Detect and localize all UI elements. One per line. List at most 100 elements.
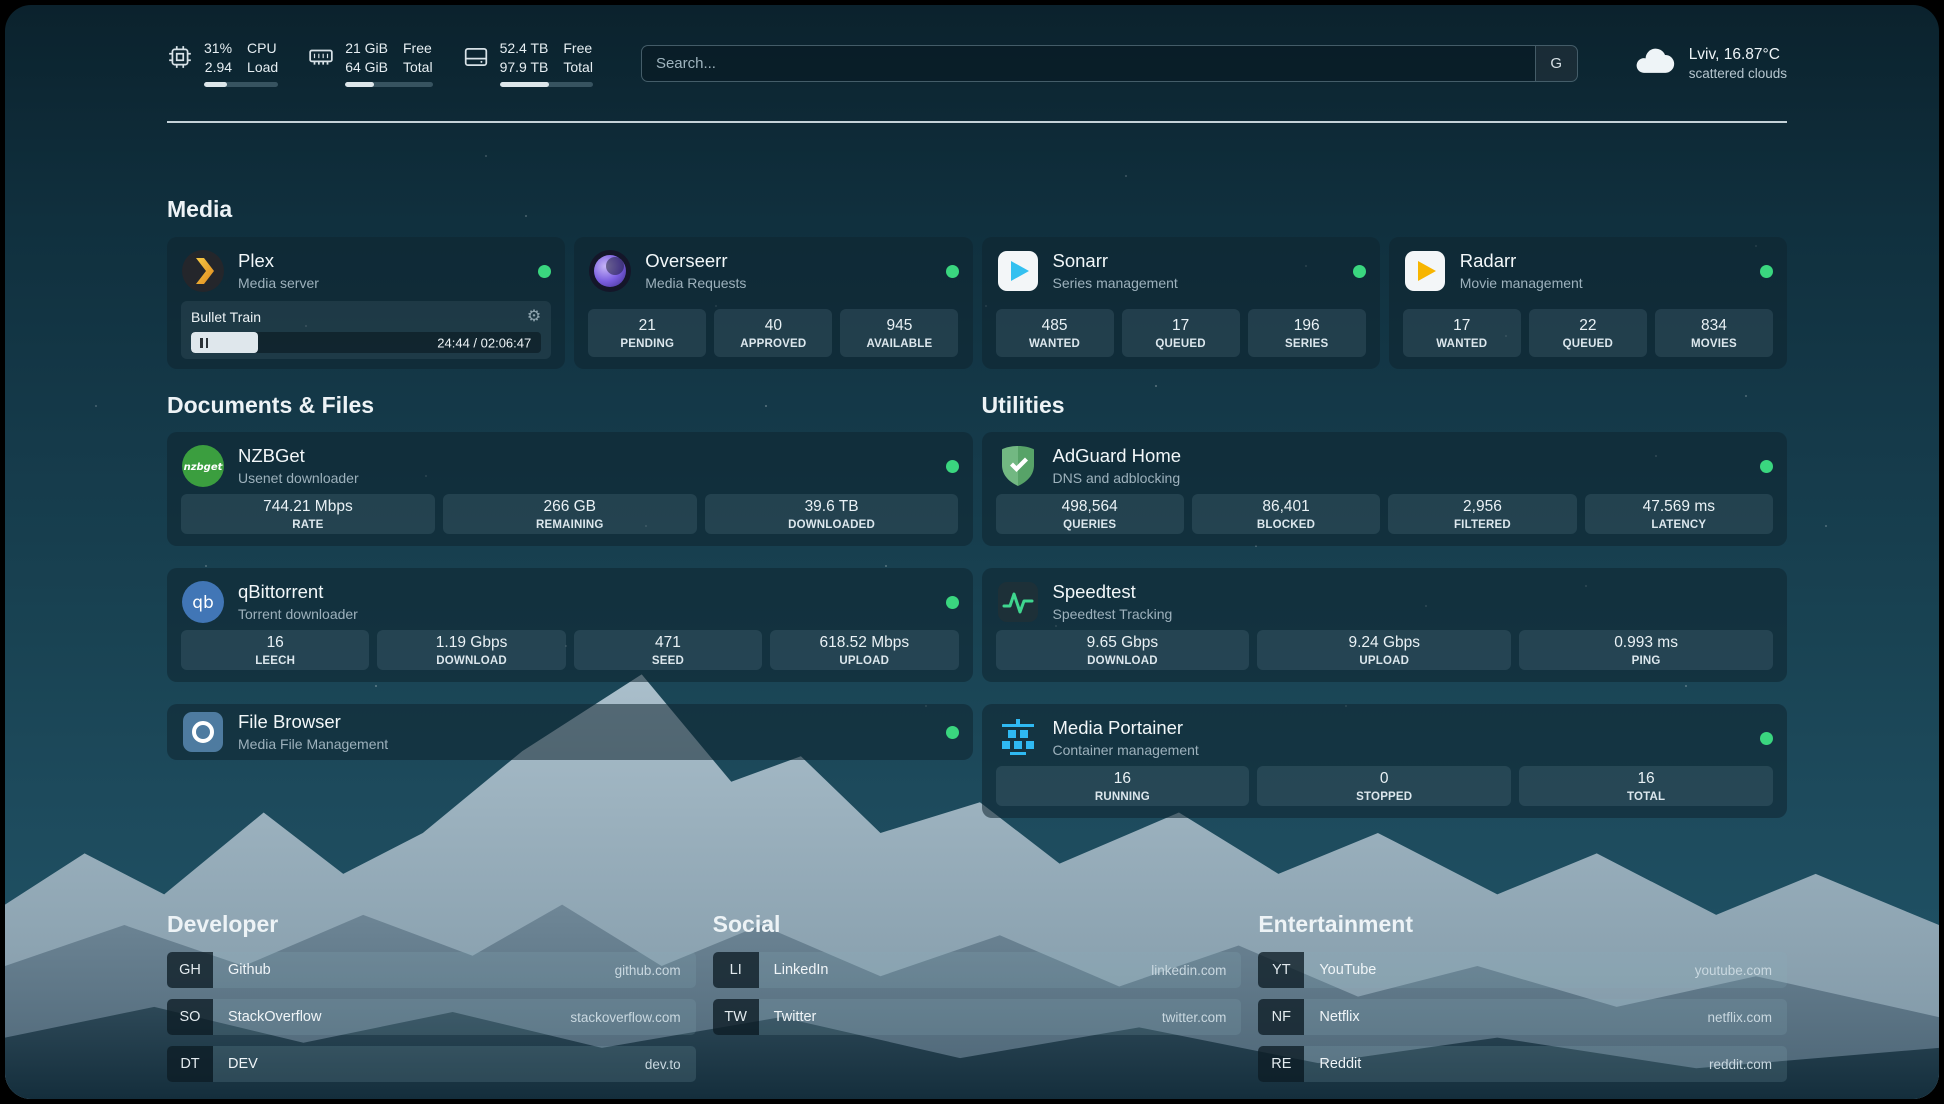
status-online-dot	[946, 460, 959, 473]
disk-widget: 52.4 TB 97.9 TB Free Total	[463, 39, 593, 87]
disk-label-1: Free	[563, 39, 593, 57]
app-name: Speedtest	[1053, 582, 1173, 602]
plex-now-playing: Bullet Train ⚙ 24:44 / 02:06:47	[181, 301, 551, 359]
bookmark-reddit[interactable]: RE Reddit reddit.com	[1258, 1046, 1787, 1082]
sonarr-card[interactable]: Sonarr Series management 485 WANTED 17 Q…	[982, 237, 1380, 369]
sonarr-icon	[996, 249, 1040, 293]
status-online-dot	[946, 596, 959, 609]
adguard-card[interactable]: AdGuard Home DNS and adblocking 498,564 …	[982, 432, 1788, 546]
plex-icon	[181, 249, 225, 293]
adguard-stat-queries: 498,564 QUERIES	[996, 494, 1184, 534]
radarr-stat-queued: 22 QUEUED	[1529, 309, 1647, 357]
qbittorrent-stat-upload: 618.52 Mbps UPLOAD	[770, 630, 958, 670]
bookmark-name: LinkedIn	[774, 962, 829, 978]
bookmark-url: github.com	[615, 963, 681, 978]
radarr-card[interactable]: Radarr Movie management 17 WANTED 22 QUE…	[1389, 237, 1787, 369]
bookmark-url: stackoverflow.com	[570, 1010, 680, 1025]
filebrowser-card[interactable]: File Browser Media File Management	[167, 704, 973, 760]
disk-icon	[463, 39, 489, 70]
bookmark-name: Github	[228, 962, 271, 978]
bookmark-netflix[interactable]: NF Netflix netflix.com	[1258, 999, 1787, 1035]
disk-total: 97.9 TB	[500, 58, 549, 76]
bookmark-url: dev.to	[645, 1057, 681, 1072]
qbittorrent-stat-download: 1.19 Gbps DOWNLOAD	[377, 630, 565, 670]
bookmark-abbr: YT	[1258, 952, 1304, 988]
plex-progress-fill	[191, 332, 258, 353]
section-title-entertainment: Entertainment	[1258, 910, 1787, 938]
bookmark-abbr: NF	[1258, 999, 1304, 1035]
app-name: Radarr	[1460, 251, 1583, 271]
status-online-dot	[538, 265, 551, 278]
bookmark-name: StackOverflow	[228, 1009, 321, 1025]
speedtest-stat-download: 9.65 Gbps DOWNLOAD	[996, 630, 1250, 670]
disk-free: 52.4 TB	[500, 39, 549, 57]
bookmark-name: Reddit	[1319, 1056, 1361, 1072]
bookmark-abbr: TW	[713, 999, 759, 1035]
bookmark-github[interactable]: GH Github github.com	[167, 952, 696, 988]
overseerr-stat-pending: 21 PENDING	[588, 309, 706, 357]
app-subtitle: Speedtest Tracking	[1053, 606, 1173, 622]
speedtest-icon	[996, 580, 1040, 624]
app-subtitle: Media File Management	[238, 736, 388, 752]
search-bar: G	[641, 45, 1578, 82]
overseerr-card[interactable]: Overseerr Media Requests 21 PENDING 40 A…	[574, 237, 972, 369]
overseerr-stat-approved: 40 APPROVED	[714, 309, 832, 357]
app-name: Overseerr	[645, 251, 746, 271]
radarr-stat-wanted: 17 WANTED	[1403, 309, 1521, 357]
bookmark-stackoverflow[interactable]: SO StackOverflow stackoverflow.com	[167, 999, 696, 1035]
bookmark-url: youtube.com	[1695, 963, 1772, 978]
pause-icon[interactable]	[200, 338, 203, 348]
app-subtitle: Movie management	[1460, 275, 1583, 291]
nzbget-stat-downloaded: 39.6 TB DOWNLOADED	[705, 494, 959, 534]
bookmark-linkedin[interactable]: LI LinkedIn linkedin.com	[713, 952, 1242, 988]
now-playing-title: Bullet Train	[191, 309, 261, 325]
portainer-card[interactable]: Media Portainer Container management 16 …	[982, 704, 1788, 818]
status-online-dot	[1760, 265, 1773, 278]
status-online-dot	[946, 726, 959, 739]
bookmark-twitter[interactable]: TW Twitter twitter.com	[713, 999, 1242, 1035]
portainer-stat-running: 16 RUNNING	[996, 766, 1250, 806]
bookmark-dev[interactable]: DT DEV dev.to	[167, 1046, 696, 1082]
search-engine-button[interactable]: G	[1535, 46, 1577, 81]
cpu-loadavg: 2.94	[204, 58, 232, 76]
nzbget-stat-remaining: 266 GB REMAINING	[443, 494, 697, 534]
sonarr-stat-series: 196 SERIES	[1248, 309, 1366, 357]
bookmark-youtube[interactable]: YT YouTube youtube.com	[1258, 952, 1787, 988]
overseerr-icon	[588, 249, 632, 293]
ram-icon	[308, 39, 334, 70]
cloud-icon	[1632, 45, 1676, 80]
section-title-developer: Developer	[167, 910, 696, 938]
plex-card[interactable]: Plex Media server Bullet Train ⚙ 24:44	[167, 237, 565, 369]
section-title-media: Media	[167, 195, 1787, 223]
radarr-stat-movies: 834 MOVIES	[1655, 309, 1773, 357]
nzbget-stat-rate: 744.21 Mbps RATE	[181, 494, 435, 534]
section-title-documents: Documents & Files	[167, 391, 973, 419]
utilities-column: Utilities AdGuard Home DNS and	[982, 391, 1788, 840]
disk-label-2: Total	[563, 58, 593, 76]
nzbget-card[interactable]: nzbget NZBGet Usenet downloader 744.21 M…	[167, 432, 973, 546]
weather-location: Lviv, 16.87°C	[1689, 45, 1787, 66]
snow-specks	[5, 5, 7, 7]
topbar: 31% 2.94 CPU Load	[167, 5, 1787, 123]
dashboard-screen: 31% 2.94 CPU Load	[5, 5, 1939, 1099]
speedtest-card[interactable]: Speedtest Speedtest Tracking 9.65 Gbps D…	[982, 568, 1788, 682]
search-input[interactable]	[642, 55, 1535, 72]
plex-progress-bar[interactable]: 24:44 / 02:06:47	[191, 332, 541, 353]
app-subtitle: Media server	[238, 275, 319, 291]
app-name: qBittorrent	[238, 582, 358, 602]
qbittorrent-card[interactable]: qb qBittorrent Torrent downloader 16 LEE…	[167, 568, 973, 682]
app-name: Media Portainer	[1053, 718, 1199, 738]
disk-progress-bar	[500, 82, 593, 87]
app-subtitle: Container management	[1053, 742, 1199, 758]
svg-text:qb: qb	[192, 593, 214, 613]
speedtest-stat-upload: 9.24 Gbps UPLOAD	[1257, 630, 1511, 670]
svg-text:nzbget: nzbget	[184, 462, 224, 473]
cpu-label-2: Load	[247, 58, 278, 76]
section-title-social: Social	[713, 910, 1242, 938]
bookmark-abbr: GH	[167, 952, 213, 988]
portainer-stat-stopped: 0 STOPPED	[1257, 766, 1511, 806]
settings-gear-icon[interactable]: ⚙	[527, 309, 541, 325]
bookmark-name: DEV	[228, 1056, 258, 1072]
ram-total: 64 GiB	[345, 58, 388, 76]
weather-widget: Lviv, 16.87°C scattered clouds	[1632, 45, 1787, 81]
